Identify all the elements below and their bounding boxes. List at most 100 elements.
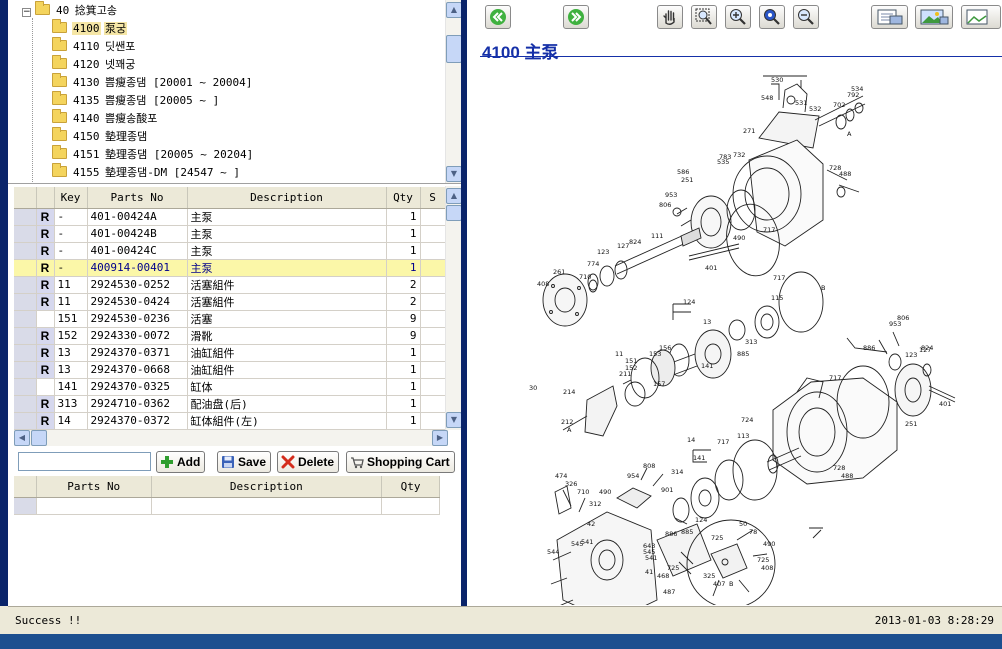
parts-table-row[interactable]: R -400914-00401 主泵 1 <box>14 259 446 277</box>
key-column-header[interactable]: Key <box>54 187 88 209</box>
tree-item[interactable]: 4155 墊理종댐-DM [24547 ~ ] <box>52 163 241 182</box>
diagram-callout[interactable]: 953 <box>665 191 677 199</box>
diagram-callout[interactable]: 141 <box>701 362 713 370</box>
diagram-callout[interactable]: 156 <box>659 344 671 352</box>
scroll-right-icon[interactable]: ▶ <box>432 430 448 446</box>
diagram-callout[interactable]: 774 <box>587 260 599 268</box>
scroll-up-icon[interactable]: ▲ <box>446 188 462 204</box>
diagram-callout[interactable]: 13 <box>703 318 711 326</box>
parts-horizontal-scrollbar[interactable]: ◀ ▶ <box>14 430 448 446</box>
diagram-callout[interactable]: 725 <box>667 564 679 572</box>
cell-qty[interactable]: 1 <box>386 412 421 430</box>
exploded-parts-diagram[interactable]: 530548531534792702532271 A783 732586535728… <box>467 60 1002 605</box>
cell-description[interactable]: 缸体 <box>187 378 387 396</box>
diagram-callout[interactable]: 408 <box>761 564 773 572</box>
cell-s[interactable] <box>420 361 446 379</box>
tree-vertical-scrollbar[interactable]: ▲ ▼ <box>445 0 462 183</box>
save-button[interactable]: Save <box>217 451 272 473</box>
diagram-callout[interactable]: 792 <box>847 91 859 99</box>
cart-parts-no-column-header[interactable]: Parts No <box>36 476 152 498</box>
cell-qty[interactable]: 1 <box>386 259 421 277</box>
diagram-callout[interactable]: A <box>567 426 572 434</box>
zoom-window-button[interactable] <box>691 5 717 29</box>
diagram-callout[interactable]: 541 <box>645 554 657 562</box>
row-header[interactable] <box>14 242 37 260</box>
export-document-button[interactable] <box>961 5 1001 29</box>
cell-key[interactable]: - <box>54 259 88 277</box>
diagram-callout[interactable]: 487 <box>663 588 675 596</box>
diagram-callout[interactable]: 127 <box>617 242 629 250</box>
tree-item[interactable]: 4130 쁨瘦종댐 [20001 ~ 20004] <box>52 73 253 92</box>
diagram-callout[interactable]: 141 <box>693 454 705 462</box>
diagram-callout[interactable]: 885 <box>681 528 693 536</box>
tree-item[interactable]: 4140 쁨瘦송酸포 <box>52 109 158 128</box>
delete-button[interactable]: Delete <box>277 451 340 473</box>
parts-vertical-scrollbar[interactable]: ▲ ▼ <box>445 186 462 430</box>
cell-description[interactable]: 主泵 <box>187 208 387 226</box>
parts-table-row[interactable]: R 313 2924710-0362 配油盘(后) 1 <box>14 395 446 413</box>
cell-qty[interactable]: 1 <box>386 378 421 396</box>
diagram-callout[interactable]: 78 <box>749 528 757 536</box>
diagram-callout[interactable]: 901 <box>661 486 673 494</box>
parts-table-row[interactable]: R 152 2924330-0072 滑靴 9 <box>14 327 446 345</box>
cell-description[interactable]: 滑靴 <box>187 327 387 345</box>
cell-key[interactable]: 13 <box>54 361 88 379</box>
cell-parts-no[interactable]: 2924530-0252 <box>87 276 188 294</box>
diagram-callout[interactable]: 251 <box>681 176 693 184</box>
diagram-callout[interactable]: 124 <box>683 298 695 306</box>
cell-description[interactable]: 油缸組件 <box>187 361 387 379</box>
diagram-callout[interactable]: 325 <box>703 572 715 580</box>
diagram-callout[interactable]: 401 <box>705 264 717 272</box>
cell-description[interactable]: 缸体組件(左) <box>187 412 387 430</box>
diagram-callout[interactable]: 211 <box>619 370 631 378</box>
diagram-callout[interactable]: 710 <box>577 488 589 496</box>
diagram-callout[interactable]: A <box>847 130 852 138</box>
shopping-cart-button[interactable]: Shopping Cart <box>346 451 455 473</box>
parts-table-row[interactable]: R 14 2924370-0372 缸体組件(左) 1 <box>14 412 446 430</box>
parts-table-row[interactable]: 151 2924530-0236 活塞 9 <box>14 310 446 328</box>
cart-cell-qty[interactable] <box>381 497 440 515</box>
tree-item[interactable]: 4120 넷꽤궁 <box>52 55 136 74</box>
cell-key[interactable]: 313 <box>54 395 88 413</box>
cell-qty[interactable]: 1 <box>386 395 421 413</box>
diagram-callout[interactable]: 954 <box>627 472 639 480</box>
cell-s[interactable] <box>420 225 446 243</box>
diagram-callout[interactable]: 530 <box>771 76 783 84</box>
cell-key[interactable]: 14 <box>54 412 88 430</box>
parts-table-row[interactable]: R 11 2924530-0424 活塞組件 2 <box>14 293 446 311</box>
diagram-callout[interactable]: B <box>821 284 825 292</box>
diagram-callout[interactable]: 407 <box>713 580 725 588</box>
diagram-callout[interactable]: 111 <box>651 232 663 240</box>
row-header[interactable] <box>14 327 37 345</box>
parts-hscroll-thumb[interactable] <box>31 430 47 446</box>
cell-key[interactable]: - <box>54 242 88 260</box>
cell-parts-no[interactable]: 2924710-0362 <box>87 395 188 413</box>
cell-key[interactable]: 152 <box>54 327 88 345</box>
scroll-up-icon[interactable]: ▲ <box>446 2 462 18</box>
cell-s[interactable] <box>420 310 446 328</box>
add-button[interactable]: Add <box>156 451 206 473</box>
parts-table-row[interactable]: R -401-00424B 主泵 1 <box>14 225 446 243</box>
tree-item[interactable]: 4151 墊理종댐 [20005 ~ 20204] <box>52 145 254 164</box>
cell-parts-no[interactable]: 2924370-0668 <box>87 361 188 379</box>
diagram-callout[interactable]: 531 <box>795 99 807 107</box>
cell-parts-no[interactable]: 401-00424B <box>87 225 188 243</box>
cell-description[interactable]: 主泵 <box>187 225 387 243</box>
diagram-callout[interactable]: 717 <box>717 438 729 446</box>
cell-description[interactable]: 主泵 <box>187 259 387 277</box>
cell-description[interactable]: 活塞組件 <box>187 276 387 294</box>
diagram-callout[interactable]: 115 <box>771 294 783 302</box>
diagram-callout[interactable]: 725 <box>711 534 723 542</box>
cell-key[interactable]: 11 <box>54 293 88 311</box>
diagram-callout[interactable]: 535 <box>717 158 729 166</box>
cell-parts-no[interactable]: 400914-00401 <box>87 259 188 277</box>
tree-item[interactable]: 4100 泵궁 <box>52 19 128 38</box>
diagram-callout[interactable]: 490 <box>763 540 775 548</box>
zoom-in-button[interactable] <box>725 5 751 29</box>
diagram-callout[interactable]: 14 <box>687 436 695 444</box>
row-header[interactable] <box>14 361 37 379</box>
cell-parts-no[interactable]: 2924530-0424 <box>87 293 188 311</box>
cell-parts-no[interactable]: 2924330-0072 <box>87 327 188 345</box>
diagram-callout[interactable]: 312 <box>589 500 601 508</box>
row-header[interactable] <box>14 412 37 430</box>
